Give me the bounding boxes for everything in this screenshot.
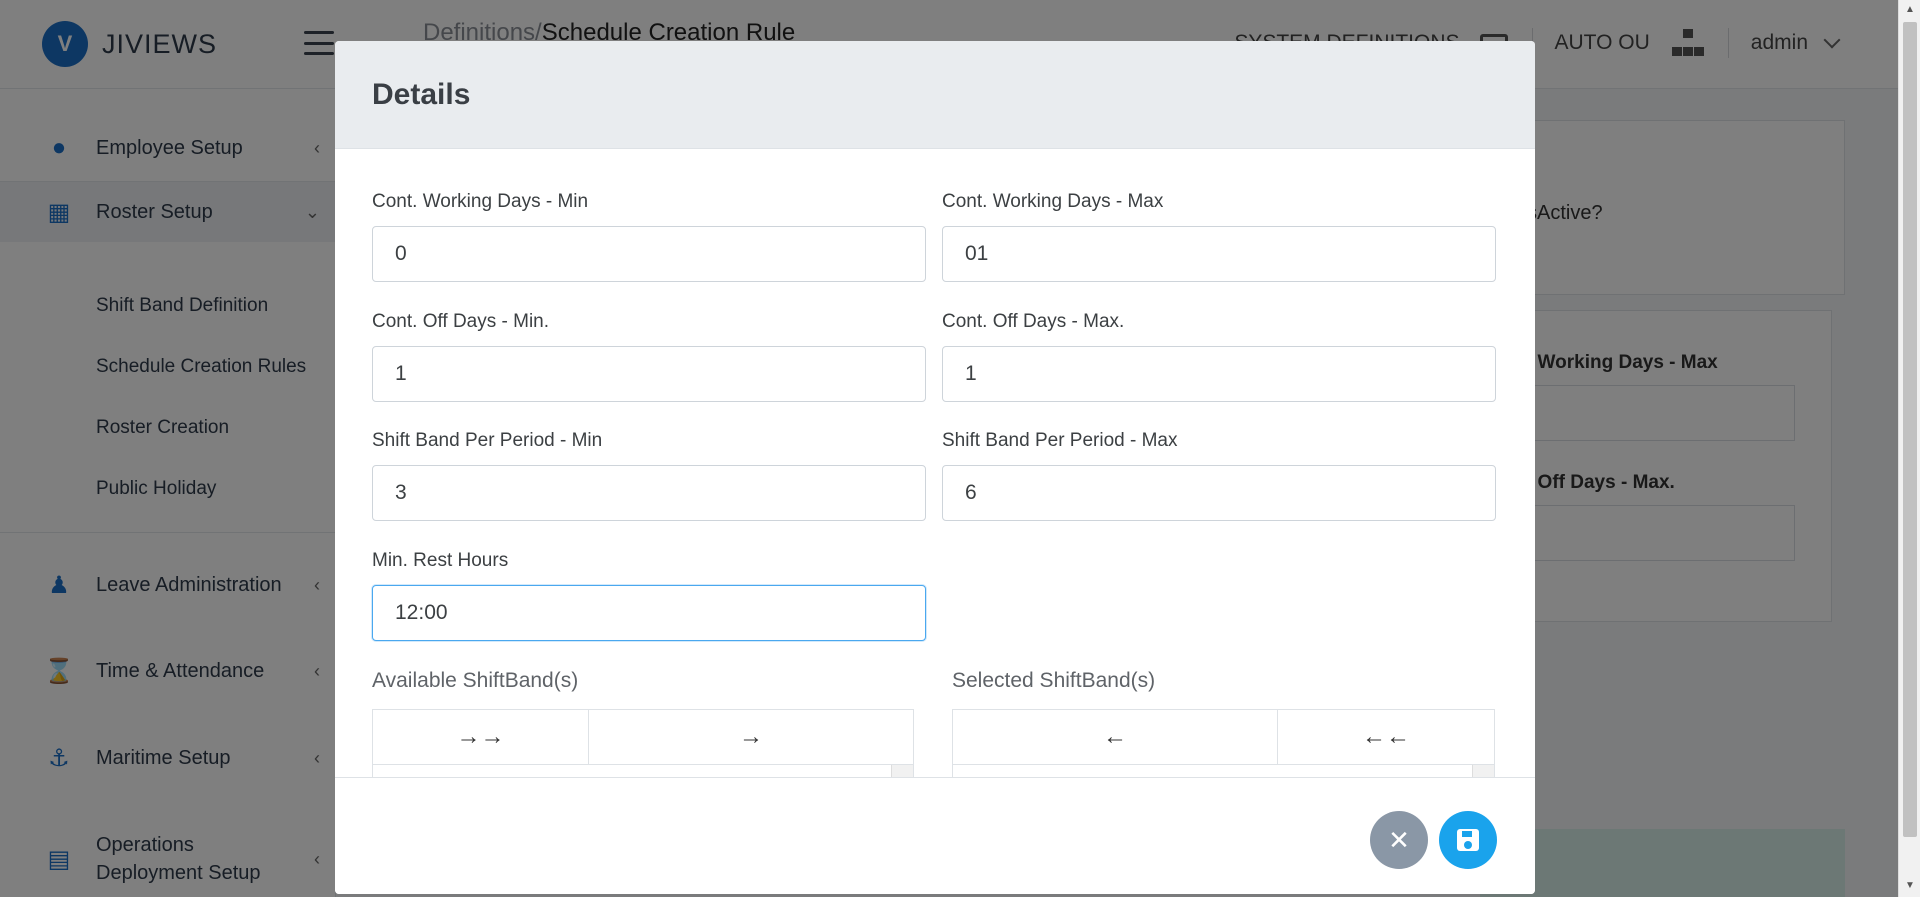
cwd-max-label: Cont. Working Days - Max (942, 191, 1164, 212)
sbp-max-label: Shift Band Per Period - Max (942, 430, 1178, 451)
save-icon (1457, 829, 1479, 851)
page-scrollbar[interactable]: ▲ ▼ (1898, 0, 1920, 897)
modal-footer: ✕ (335, 777, 1535, 894)
list-scrollbar[interactable] (1472, 765, 1494, 777)
cod-min-input[interactable] (372, 346, 926, 402)
sbp-min-label: Shift Band Per Period - Min (372, 430, 603, 451)
sbp-min-input[interactable] (372, 465, 926, 521)
rest-hours-label: Min. Rest Hours (372, 550, 509, 571)
cwd-max-input[interactable] (942, 226, 1496, 282)
list-scrollbar[interactable] (891, 765, 913, 777)
scroll-down-icon[interactable]: ▼ (1905, 880, 1915, 891)
details-modal: Details Cont. Working Days - Min Cont. W… (335, 41, 1535, 894)
modal-body: Cont. Working Days - Min Cont. Working D… (335, 149, 1535, 777)
cod-min-label: Cont. Off Days - Min. (372, 311, 550, 332)
available-shiftbands-list[interactable] (372, 765, 914, 777)
cwd-min-label: Cont. Working Days - Min (372, 191, 589, 212)
move-selected-button[interactable]: → (588, 709, 914, 765)
sbp-max-input[interactable] (942, 465, 1496, 521)
remove-selected-button[interactable]: ← (952, 709, 1278, 765)
rest-hours-input[interactable] (372, 585, 926, 641)
scrollbar-thumb[interactable] (1903, 22, 1917, 837)
modal-title: Details (372, 77, 471, 111)
selected-shiftbands-label: Selected ShiftBand(s) (952, 669, 1156, 692)
close-icon: ✕ (1388, 824, 1410, 855)
cod-max-label: Cont. Off Days - Max. (942, 311, 1125, 332)
close-button[interactable]: ✕ (1370, 811, 1428, 869)
modal-header: Details (335, 41, 1535, 149)
scroll-up-icon[interactable]: ▲ (1905, 4, 1915, 15)
cwd-min-input[interactable] (372, 226, 926, 282)
available-shiftbands-label: Available ShiftBand(s) (372, 669, 579, 692)
move-all-button[interactable]: →→ (372, 709, 589, 765)
selected-shiftbands-list[interactable] (952, 765, 1495, 777)
save-button[interactable] (1439, 811, 1497, 869)
cod-max-input[interactable] (942, 346, 1496, 402)
remove-all-button[interactable]: ←← (1277, 709, 1495, 765)
